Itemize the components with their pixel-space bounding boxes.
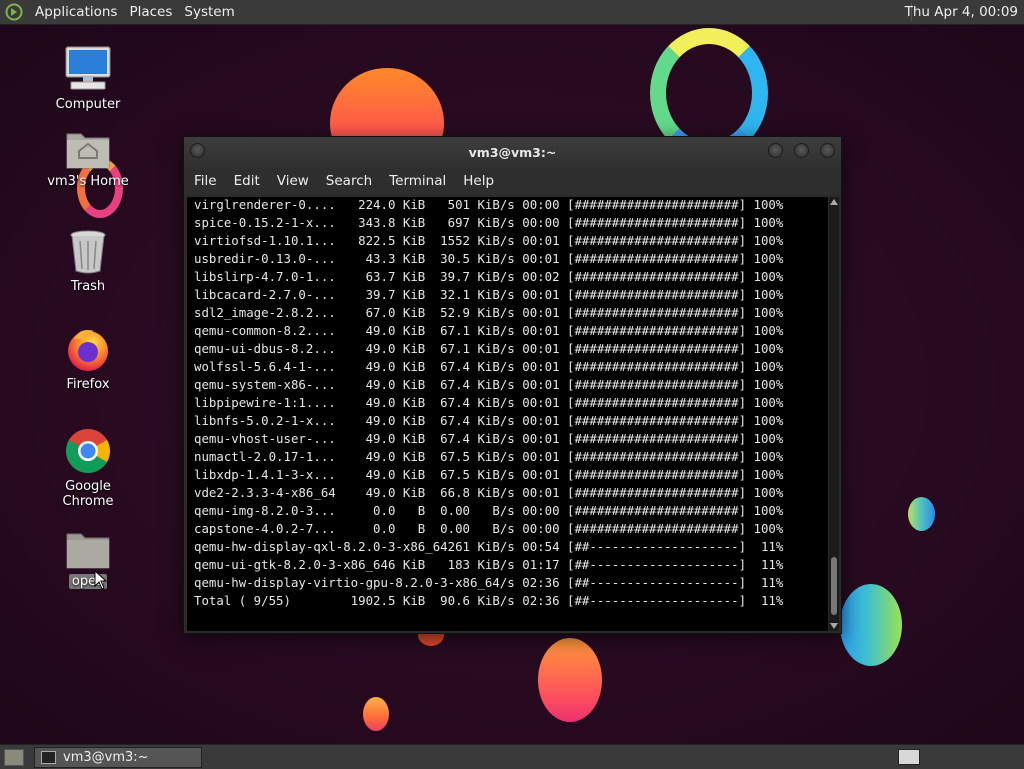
firefox-icon [68, 330, 108, 371]
home-folder-icon [66, 133, 110, 169]
terminal-window[interactable]: vm3@vm3:~ File Edit View Search Terminal… [183, 136, 842, 634]
window-titlebar[interactable]: vm3@vm3:~ [184, 137, 841, 167]
desktop-icon-opea[interactable]: opea [38, 530, 138, 589]
terminal-line: qemu-ui-dbus-8.2... 49.0 KiB 67.1 KiB/s … [194, 341, 784, 356]
terminal-output[interactable]: virglrenderer-0.... 224.0 KiB 501 KiB/s … [187, 197, 828, 631]
desktop-icon-label: Trash [70, 279, 106, 294]
terminal-line: libxdp-1.4.1-3-x... 49.0 KiB 67.5 KiB/s … [194, 467, 784, 482]
menu-terminal[interactable]: Terminal [382, 173, 453, 189]
terminal-line: vde2-2.3.3-4-x86_64 49.0 KiB 66.8 KiB/s … [194, 485, 784, 500]
terminal-line: numactl-2.0.17-1... 49.0 KiB 67.5 KiB/s … [194, 449, 784, 464]
terminal-line: wolfssl-5.6.4-1-... 49.0 KiB 67.4 KiB/s … [194, 359, 784, 374]
show-desktop-button[interactable] [4, 749, 24, 766]
desktop-icon-label: Firefox [66, 377, 110, 392]
terminal-line: libslirp-4.7.0-1... 63.7 KiB 39.7 KiB/s … [194, 269, 784, 284]
terminal-line: libpipewire-1:1.... 49.0 KiB 67.4 KiB/s … [194, 395, 784, 410]
maximize-button[interactable] [794, 143, 809, 158]
scroll-up-icon[interactable] [830, 199, 838, 205]
menu-help[interactable]: Help [456, 173, 501, 189]
terminal-menubar: File Edit View Search Terminal Help [184, 167, 841, 195]
places-menu[interactable]: Places [123, 4, 178, 20]
desktop-icon-computer[interactable]: Computer [38, 45, 138, 112]
desktop-icon-chrome[interactable]: Google Chrome [38, 427, 138, 509]
terminal-scrollbar[interactable] [829, 197, 839, 631]
orange-blob-decoration-bottom [538, 638, 602, 722]
bottom-panel: vm3@vm3:~ [0, 744, 1024, 769]
menu-file[interactable]: File [187, 173, 224, 189]
blue-green-blob-decoration [840, 584, 902, 666]
small-blue-blob-decoration [908, 497, 935, 531]
folder-icon [66, 533, 110, 569]
terminal-line: qemu-hw-display-virtio-gpu-8.2.0-3-x86_6… [194, 575, 784, 590]
terminal-line: virtiofsd-1.10.1... 822.5 KiB 1552 KiB/s… [194, 233, 784, 248]
system-menu[interactable]: System [178, 4, 240, 20]
menu-view[interactable]: View [270, 173, 316, 189]
minimize-button[interactable] [768, 143, 783, 158]
terminal-line: libnfs-5.0.2-1-x... 49.0 KiB 67.4 KiB/s … [194, 413, 784, 428]
mouse-cursor-icon [94, 570, 108, 590]
mate-logo-icon[interactable] [5, 3, 23, 21]
terminal-icon [41, 751, 56, 764]
terminal-line: usbredir-0.13.0-... 43.3 KiB 30.5 KiB/s … [194, 251, 784, 266]
terminal-line: qemu-img-8.2.0-3... 0.0 B 0.00 B/s 00:00… [194, 503, 784, 518]
scrollbar-thumb[interactable] [831, 557, 837, 615]
desktop-icon-label: Computer [55, 97, 121, 112]
small-blob-decoration [363, 697, 389, 731]
taskbar-terminal-button[interactable]: vm3@vm3:~ [34, 747, 202, 768]
top-panel: Applications Places System Thu Apr 4, 00… [0, 0, 1024, 25]
chrome-icon [66, 429, 110, 473]
desktop-icon-label: vm3's Home [47, 174, 129, 189]
terminal-line: Total ( 9/55) 1902.5 KiB 90.6 KiB/s 02:3… [194, 593, 784, 608]
terminal-line: qemu-system-x86-... 49.0 KiB 67.4 KiB/s … [194, 377, 784, 392]
clock[interactable]: Thu Apr 4, 00:09 [905, 4, 1018, 20]
desktop-icon-trash[interactable]: Trash [38, 229, 138, 294]
terminal-line: capstone-4.0.2-7... 0.0 B 0.00 B/s 00:00… [194, 521, 784, 536]
taskbar-label: vm3@vm3:~ [63, 750, 149, 765]
desktop-icon-home[interactable]: vm3's Home [38, 128, 138, 189]
terminal-line: qemu-ui-gtk-8.2.0-3-x86_646 KiB 183 KiB/… [194, 557, 784, 572]
desktop-icon-label: Google Chrome [62, 479, 114, 509]
terminal-line: virglrenderer-0.... 224.0 KiB 501 KiB/s … [194, 197, 784, 212]
terminal-line: qemu-common-8.2.... 49.0 KiB 67.1 KiB/s … [194, 323, 784, 338]
menu-edit[interactable]: Edit [227, 173, 267, 189]
desktop-icon-firefox[interactable]: Firefox [38, 325, 138, 392]
trash-icon [70, 230, 106, 274]
terminal-line: spice-0.15.2-1-x... 343.8 KiB 697 KiB/s … [194, 215, 784, 230]
scroll-down-icon[interactable] [830, 623, 838, 629]
menu-search[interactable]: Search [319, 173, 379, 189]
terminal-line: qemu-vhost-user-... 49.0 KiB 67.4 KiB/s … [194, 431, 784, 446]
workspace-switcher[interactable] [898, 749, 920, 765]
terminal-line: sdl2_image-2.8.2... 67.0 KiB 52.9 KiB/s … [194, 305, 784, 320]
window-title: vm3@vm3:~ [468, 145, 557, 160]
terminal-line: libcacard-2.7.0-... 39.7 KiB 32.1 KiB/s … [194, 287, 784, 302]
close-button[interactable] [820, 143, 835, 158]
computer-icon [65, 46, 111, 90]
applications-menu[interactable]: Applications [29, 4, 123, 20]
terminal-line: qemu-hw-display-qxl-8.2.0-3-x86_64261 Ki… [194, 539, 784, 554]
